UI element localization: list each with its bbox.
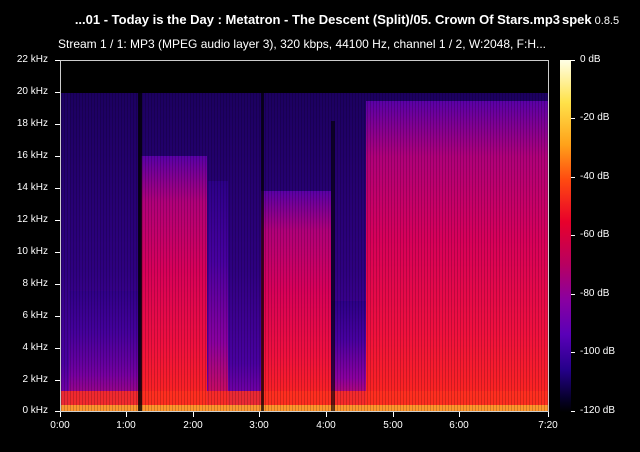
db-tick xyxy=(571,118,575,119)
freq-tick xyxy=(55,252,60,253)
freq-tick xyxy=(55,380,60,381)
time-tick xyxy=(459,412,460,417)
time-label: 4:00 xyxy=(316,420,336,431)
time-label: 7:20 xyxy=(538,420,558,431)
db-tick xyxy=(571,60,575,61)
freq-label: 8 kHz xyxy=(22,278,48,289)
db-tick xyxy=(571,411,575,412)
time-label: 5:00 xyxy=(383,420,403,431)
db-label: 0 dB xyxy=(580,54,601,65)
freq-tick xyxy=(55,124,60,125)
db-colorbar xyxy=(560,60,571,412)
app-label: spek 0.8.5 xyxy=(562,12,619,27)
freq-tick xyxy=(55,316,60,317)
spectrogram-canvas xyxy=(61,61,548,411)
time-tick xyxy=(60,412,61,417)
freq-label: 22 kHz xyxy=(16,54,48,65)
time-label: 1:00 xyxy=(116,420,136,431)
spectrogram[interactable] xyxy=(60,60,549,412)
freq-label: 12 kHz xyxy=(16,214,48,225)
time-tick xyxy=(193,412,194,417)
freq-tick xyxy=(55,156,60,157)
time-label: 2:00 xyxy=(183,420,203,431)
freq-tick xyxy=(55,92,60,93)
db-label: -100 dB xyxy=(580,346,616,357)
app-name: spek xyxy=(562,12,592,27)
stream-info: Stream 1 / 1: MP3 (MPEG audio layer 3), … xyxy=(58,37,547,51)
db-tick xyxy=(571,294,575,295)
freq-label: 16 kHz xyxy=(16,150,48,161)
time-label: 3:00 xyxy=(249,420,269,431)
freq-tick xyxy=(55,60,60,61)
app-version: 0.8.5 xyxy=(594,15,620,27)
db-tick xyxy=(571,352,575,353)
freq-tick xyxy=(55,188,60,189)
freq-label: 4 kHz xyxy=(22,342,48,353)
freq-label: 14 kHz xyxy=(16,182,48,193)
db-tick xyxy=(571,177,575,178)
freq-label: 6 kHz xyxy=(22,310,48,321)
freq-tick xyxy=(55,284,60,285)
freq-label: 20 kHz xyxy=(16,86,48,97)
db-label: -20 dB xyxy=(580,112,610,123)
time-tick xyxy=(126,412,127,417)
freq-label: 18 kHz xyxy=(16,118,48,129)
time-tick xyxy=(326,412,327,417)
db-label: -60 dB xyxy=(580,229,610,240)
freq-tick xyxy=(55,348,60,349)
time-tick xyxy=(393,412,394,417)
file-title: ...01 - Today is the Day : Metatron - Th… xyxy=(74,12,560,27)
freq-tick xyxy=(55,220,60,221)
db-label: -80 dB xyxy=(580,288,610,299)
db-label: -40 dB xyxy=(580,171,610,182)
db-tick xyxy=(571,235,575,236)
time-tick xyxy=(259,412,260,417)
time-label: 6:00 xyxy=(449,420,469,431)
db-label: -120 dB xyxy=(580,405,616,416)
freq-label: 0 kHz xyxy=(22,405,48,416)
freq-label: 10 kHz xyxy=(16,246,48,257)
freq-label: 2 kHz xyxy=(22,374,48,385)
time-tick xyxy=(548,412,549,417)
time-label: 0:00 xyxy=(50,420,70,431)
